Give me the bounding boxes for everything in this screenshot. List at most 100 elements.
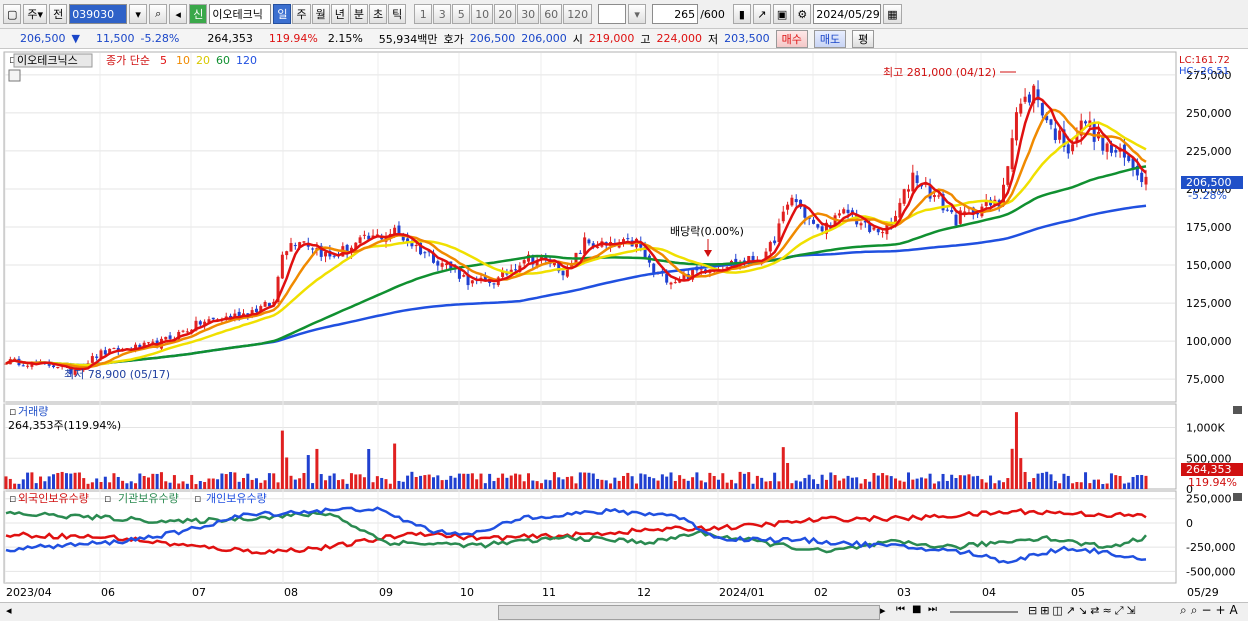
candle-type-icon[interactable]: ▮ <box>732 4 751 24</box>
volume-bar-112 <box>488 473 492 489</box>
volume-bar-85 <box>371 482 375 489</box>
volume-ratio: 119.94% <box>268 32 318 45</box>
volume-bar-48 <box>211 478 215 489</box>
volume-bar-216 <box>937 481 941 489</box>
new-tag-text: 신 <box>193 8 204 21</box>
minute-tab-1[interactable]: 3 <box>433 4 452 24</box>
last-page-icon[interactable]: ⏭ <box>928 604 937 615</box>
interval-input[interactable] <box>598 4 627 24</box>
volume-bar-94 <box>410 471 414 489</box>
stop-icon[interactable]: ■ <box>912 604 921 615</box>
period-tab-5[interactable]: 초 <box>368 4 388 24</box>
minute-tab-5[interactable]: 30 <box>517 4 540 24</box>
period-tab-0[interactable]: 일 <box>273 4 292 24</box>
volume-bar-95 <box>414 476 418 489</box>
volume-bar-176 <box>764 481 768 489</box>
window-icon[interactable]: ▢ <box>3 4 22 24</box>
scroll-right-icon[interactable]: ▸ <box>880 604 886 617</box>
market-select[interactable]: 주 ▾ <box>23 4 48 24</box>
candle-body-208 <box>902 189 906 204</box>
date-input[interactable]: 2024/05/29 <box>813 4 882 24</box>
candle-body-201 <box>872 227 876 230</box>
volume-bar-165 <box>717 479 720 489</box>
chart-canvas[interactable]: 275,000250,000225,000200,000175,000150,0… <box>0 50 1248 603</box>
period-tab-1[interactable]: 주 <box>292 4 311 24</box>
volume-bar-228 <box>989 475 993 489</box>
minute-tab-3[interactable]: 10 <box>471 4 494 24</box>
candle-body-76 <box>332 255 336 257</box>
code-dropdown-icon[interactable]: ▾ <box>129 4 148 24</box>
speaker-icon[interactable]: ◂ <box>169 4 188 24</box>
save-icon[interactable]: ▣ <box>772 4 792 24</box>
period-tab-2[interactable]: 월 <box>311 4 330 24</box>
grid-toggle-icon[interactable] <box>8 69 21 82</box>
volume-bar-164 <box>712 475 716 489</box>
first-page-icon[interactable]: ⏮ <box>896 604 905 615</box>
candle-body-177 <box>768 242 772 252</box>
volume-bar-52 <box>229 472 233 489</box>
volume-bar-72 <box>315 448 319 489</box>
dividend-annotation: 배당락(0.00%) <box>670 225 744 238</box>
tool-icons[interactable]: ⊟⊞◫↗↘⇄≈⤢⇲ <box>1028 604 1139 618</box>
volume-close-icon[interactable] <box>1233 406 1242 414</box>
volume-bar-57 <box>250 479 254 489</box>
x-label-13: 05/29 <box>1187 586 1219 599</box>
volume-bar-221 <box>958 475 962 489</box>
candle-body-161 <box>699 269 703 271</box>
candle-body-91 <box>397 225 401 235</box>
count-input[interactable]: 265 <box>652 4 699 24</box>
sell-button-label: 매도 <box>819 32 841 46</box>
calendar-icon[interactable]: ▦ <box>883 4 902 24</box>
volume-bar-167 <box>725 482 729 489</box>
zoom-icons[interactable]: ⌕⌕−+A <box>1180 603 1242 618</box>
chart-area[interactable]: 275,000 250,000 225,000 200,000 175,000 150,0… <box>0 50 1248 603</box>
minute-tab-4[interactable]: 20 <box>494 4 517 24</box>
volume-bar-207 <box>898 480 902 489</box>
kind-select[interactable]: 전 <box>49 4 68 24</box>
scroll-left-icon[interactable]: ◂ <box>6 604 12 617</box>
volume-bar-160 <box>695 472 699 489</box>
volume-bar-183 <box>794 480 798 489</box>
candle-body-150 <box>652 263 656 274</box>
holding-close-icon[interactable] <box>1233 493 1242 501</box>
eval-button-label: 평 <box>858 32 869 46</box>
candle-body-264 <box>1144 176 1148 185</box>
period-tab-4[interactable]: 분 <box>349 4 368 24</box>
minute-tab-6[interactable]: 60 <box>540 4 563 24</box>
volume-bar-156 <box>678 475 682 489</box>
buy-button[interactable]: 매수 <box>775 29 808 48</box>
volume-bar-187 <box>812 479 815 489</box>
candle-body-12 <box>56 366 60 369</box>
stock-code-input[interactable]: 039030 <box>69 4 128 24</box>
gear-icon[interactable]: ⚙ <box>793 4 812 24</box>
chart-scrollbar[interactable]: ◂ ▸ ⏮ ■ ⏭ ⊟⊞◫↗↘⇄≈⤢⇲ ⌕⌕−+A <box>0 602 1248 621</box>
minute-tab-2[interactable]: 5 <box>452 4 471 24</box>
x-label-9: 02 <box>814 586 828 599</box>
minute-tab-0[interactable]: 1 <box>414 4 433 24</box>
search-icon[interactable]: ⌕ <box>149 4 168 24</box>
volume-bar-175 <box>760 477 764 489</box>
stock-code-value: 039030 <box>72 7 115 21</box>
volume-bar-237 <box>1027 481 1031 489</box>
scroll-thumb[interactable] <box>498 605 880 620</box>
volume-bar-109 <box>475 479 479 489</box>
buy-button-label: 매수 <box>781 32 802 46</box>
volume-bar-0 <box>4 476 8 489</box>
draw-tool-icon[interactable]: ↗ <box>752 4 771 24</box>
volume-bar-124 <box>539 483 543 489</box>
eval-button[interactable]: 평 <box>852 29 875 48</box>
period-tab-3[interactable]: 년 <box>330 4 349 24</box>
candle-body-219 <box>950 210 954 213</box>
volume-bar-243 <box>1053 480 1057 489</box>
x-label-8: 2024/01 <box>719 586 765 599</box>
volume-bar-136 <box>591 473 595 489</box>
volume-bar-110 <box>479 473 483 489</box>
volume-bar-46 <box>203 482 207 489</box>
period-tabs: 일주월년분초틱 <box>273 4 407 24</box>
period-tab-6[interactable]: 틱 <box>388 4 407 24</box>
candle-body-120 <box>522 260 526 264</box>
sell-button[interactable]: 매도 <box>813 29 847 48</box>
minute-tab-7[interactable]: 120 <box>563 4 593 24</box>
interval-dropdown-icon[interactable]: ▾ <box>628 4 647 24</box>
zoom-slider[interactable] <box>950 611 1018 613</box>
